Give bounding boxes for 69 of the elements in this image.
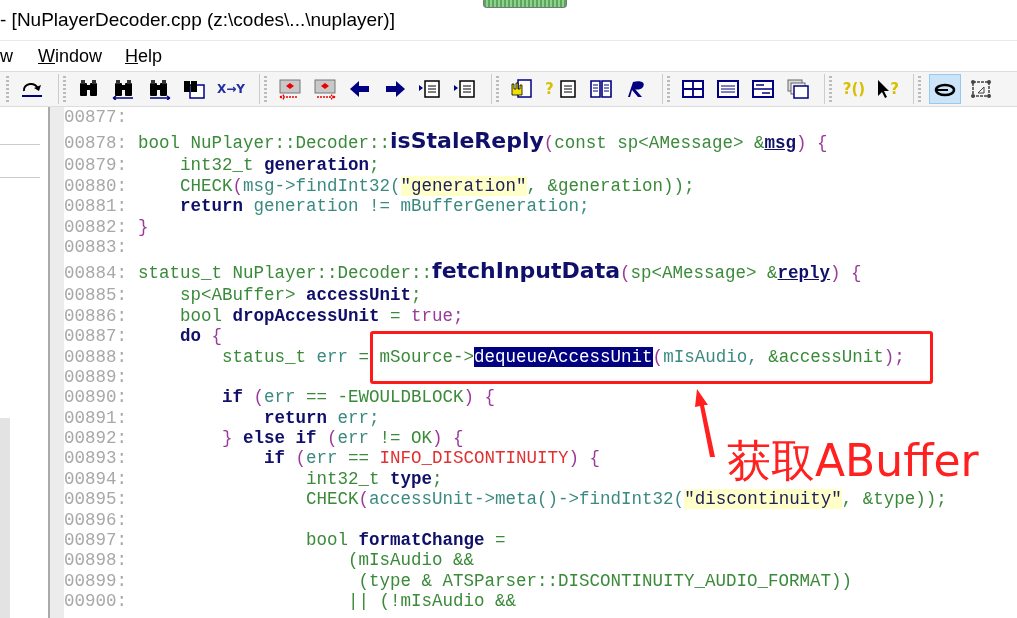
line-number: 00889:	[64, 366, 128, 388]
binoculars-pages-icon	[182, 78, 206, 100]
menu-item[interactable]: w	[0, 45, 22, 67]
line-number: 00894:	[64, 468, 128, 490]
code-line: || (!mIsAudio &&	[347, 591, 517, 612]
code-line: status_t err = mSource->dequeueAccessUnit(mIsAudio, &accessUnit);	[221, 346, 905, 367]
code-line: } else if (err != OK) {	[221, 428, 464, 449]
line-number: 00887:	[64, 326, 128, 347]
code-line: (type & ATSParser::DISCONTINUITY_AUDIO_FORMAT))	[357, 570, 853, 592]
code-line: status_t NuPlayer::Decoder::fetchInputData(sp<AMessage> &reply) {	[138, 257, 862, 286]
binoculars-right-icon	[147, 78, 171, 100]
menu-item[interactable]: Window	[38, 45, 112, 67]
code-line: if (err == INFO_DISCONTINUITY) {	[263, 448, 601, 469]
binoculars-left-icon	[112, 78, 136, 100]
arrow	[693, 389, 717, 457]
line-number: 00884:	[64, 262, 128, 286]
code-line: bool dropAccessUnit = true;	[179, 305, 464, 327]
line-number: 00892:	[64, 428, 128, 449]
left-marker-icon	[278, 78, 302, 100]
frame-icon	[968, 78, 993, 100]
toolbar-button[interactable]: X→Y	[214, 74, 248, 104]
line-number: 00891:	[64, 407, 128, 429]
left-arrow-icon	[348, 78, 372, 100]
right-arrow-icon	[383, 78, 407, 100]
line-number: 00886:	[64, 305, 128, 327]
line-number: 00881:	[64, 196, 128, 217]
annotation-text: 获取ABuffer	[727, 435, 979, 488]
code-line: do {	[179, 326, 223, 347]
line-number: 00879:	[64, 155, 128, 176]
split-window-icon	[750, 78, 775, 100]
lines-window-icon	[715, 78, 740, 100]
line-number: 00877:	[64, 107, 128, 128]
line-number: 00895:	[64, 489, 128, 510]
toolbar-button[interactable]	[928, 74, 961, 104]
code-line: int32_t generation;	[179, 155, 380, 176]
code-line: }	[138, 216, 149, 237]
line-number: 00897:	[64, 530, 128, 551]
right-marker-icon	[313, 78, 337, 100]
line-number: 00898:	[64, 550, 128, 571]
line-number: 00896:	[64, 509, 128, 531]
code-line: CHECK(accessUnit->meta()->findInt32("discontinuity", &type));	[305, 489, 947, 510]
list-marker-icon	[453, 78, 477, 100]
cursor-icon	[876, 78, 891, 100]
code-line: return err;	[263, 407, 380, 429]
line-number: 00883:	[64, 236, 128, 258]
line-number: 00893:	[64, 448, 128, 469]
line-number: 00880:	[64, 175, 128, 197]
line-number: 00899:	[64, 570, 128, 592]
window-title: - [NuPlayerDecoder.cpp (z:\codes\...\nuplayer)]	[0, 9, 395, 31]
list-icon	[418, 78, 442, 100]
code-line: (mIsAudio &&	[347, 550, 475, 571]
line-number: 00882:	[64, 216, 128, 237]
code-line: sp<ABuffer> accessUnit;	[179, 285, 422, 306]
code-line: bool formatChange =	[305, 530, 506, 551]
line-number: 00878:	[64, 132, 128, 156]
code-line: if (err == -EWOULDBLOCK) {	[221, 387, 496, 408]
menu-item[interactable]: Help	[125, 45, 172, 67]
hand-document-icon	[510, 78, 534, 100]
line-number: 00900:	[64, 591, 128, 612]
code-line: return generation != mBufferGeneration;	[179, 196, 590, 217]
grid-window-icon	[680, 78, 705, 100]
line-number: 00885:	[64, 285, 128, 306]
code-line: CHECK(msg->findInt32("generation", &generation));	[179, 175, 695, 197]
line-number: 00890:	[64, 387, 128, 408]
code-line: int32_t type;	[305, 468, 443, 490]
book-icon	[588, 78, 613, 100]
cascade-window-icon	[785, 78, 810, 100]
line-number: 00888:	[64, 346, 128, 367]
code-line: bool NuPlayer::Decoder::isStaleReply(const sp<AMessage> &msg) {	[138, 127, 828, 156]
